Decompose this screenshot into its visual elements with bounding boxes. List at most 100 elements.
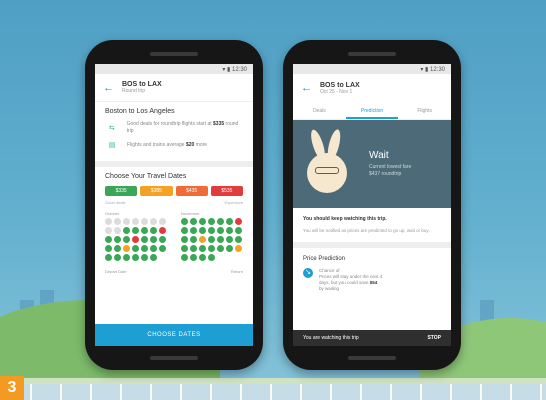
calendar-day[interactable] xyxy=(132,218,139,225)
calendar-day[interactable] xyxy=(141,236,148,243)
calendar-day[interactable] xyxy=(208,227,215,234)
calendar-day[interactable] xyxy=(235,245,242,252)
calendar-day[interactable] xyxy=(217,236,224,243)
trend-icon: ↘ xyxy=(303,268,313,278)
calendar-day[interactable] xyxy=(141,254,148,261)
calendar-day[interactable] xyxy=(159,227,166,234)
calendar-day[interactable] xyxy=(217,218,224,225)
price-chip[interactable]: $385 xyxy=(140,186,173,196)
calendar-day[interactable] xyxy=(114,218,121,225)
calendar-day[interactable] xyxy=(105,218,112,225)
calendar-day[interactable] xyxy=(150,245,157,252)
calendar-day[interactable] xyxy=(226,245,233,252)
route-row: ⇆ Good deals for roundtrip flights start… xyxy=(105,121,243,135)
route-subtitle: Round trip xyxy=(122,88,146,94)
calendar-day[interactable] xyxy=(181,236,188,243)
calendar-day[interactable] xyxy=(235,218,242,225)
calendar-day[interactable] xyxy=(181,218,188,225)
depart-label: Depart Date xyxy=(105,269,127,274)
calendar-day[interactable] xyxy=(132,254,139,261)
calendar-day[interactable] xyxy=(132,236,139,243)
calendar-day[interactable] xyxy=(226,227,233,234)
calendar-day[interactable] xyxy=(123,254,130,261)
calendar-day[interactable] xyxy=(141,245,148,252)
price-chip[interactable]: $435 xyxy=(175,186,208,196)
calendar-day[interactable] xyxy=(150,254,157,261)
calendar-day[interactable] xyxy=(132,227,139,234)
route-title: BOS to LAX xyxy=(122,81,162,88)
calendar-day[interactable] xyxy=(199,254,206,261)
calendar-day[interactable] xyxy=(226,236,233,243)
price-chip[interactable]: $535 xyxy=(210,186,243,196)
calendar-day[interactable] xyxy=(217,245,224,252)
route-row-text: Flights and trains average $20 more xyxy=(127,141,208,148)
tab-prediction[interactable]: Prediction xyxy=(345,102,399,119)
calendar-day[interactable] xyxy=(105,254,112,261)
calendar-day[interactable] xyxy=(235,227,242,234)
dates-title: Choose Your Travel Dates xyxy=(105,173,187,180)
calendar-day[interactable] xyxy=(190,227,197,234)
stop-watching-button[interactable]: STOP xyxy=(427,335,441,341)
calendar-day[interactable] xyxy=(105,236,112,243)
calendar-day[interactable] xyxy=(208,245,215,252)
calendar-day[interactable] xyxy=(235,236,242,243)
right-phone-screen: ▾ ▮ 12:30 ← BOS to LAX Oct 25 - Nov 1 De… xyxy=(293,64,451,346)
tab-flights[interactable]: Flights xyxy=(398,102,451,119)
back-arrow-icon[interactable]: ← xyxy=(103,82,114,94)
calendar-day[interactable] xyxy=(226,218,233,225)
chip-legend: Good deals Expensive xyxy=(105,200,243,205)
legend-right: Expensive xyxy=(224,200,243,205)
calendar-day[interactable] xyxy=(199,227,206,234)
calendar-day[interactable] xyxy=(159,245,166,252)
calendar-day[interactable] xyxy=(199,245,206,252)
calendar-day[interactable] xyxy=(114,227,121,234)
calendar-day[interactable] xyxy=(150,218,157,225)
route-card: Boston to Los Angeles ⇆ Good deals for r… xyxy=(95,102,253,167)
calendar-grid xyxy=(105,218,167,261)
calendar-day[interactable] xyxy=(190,254,197,261)
phone-speaker xyxy=(348,52,396,56)
calendar-day[interactable] xyxy=(123,218,130,225)
calendar-day[interactable] xyxy=(141,227,148,234)
calendar-day[interactable] xyxy=(199,218,206,225)
calendar-day[interactable] xyxy=(132,245,139,252)
calendar-day[interactable] xyxy=(123,245,130,252)
calendar-day[interactable] xyxy=(181,245,188,252)
calendar-day[interactable] xyxy=(105,245,112,252)
calendar-day[interactable] xyxy=(190,236,197,243)
calendar-day[interactable] xyxy=(105,227,112,234)
legend-left: Good deals xyxy=(105,200,126,205)
tab-deals[interactable]: Deals xyxy=(293,102,346,119)
calendar-day[interactable] xyxy=(190,218,197,225)
back-arrow-icon[interactable]: ← xyxy=(301,82,312,94)
calendar-day[interactable] xyxy=(208,236,215,243)
hero-text: Wait Current lowest fare $437 roundtrip xyxy=(369,150,411,178)
calendar-day[interactable] xyxy=(181,254,188,261)
price-chip[interactable]: $335 xyxy=(105,186,138,196)
advice-card: You should keep watching this trip. You … xyxy=(293,208,451,248)
calendar-day[interactable] xyxy=(159,236,166,243)
calendar-day[interactable] xyxy=(208,218,215,225)
left-phone: ▾ ▮ 12:30 ← BOS to LAX Round trip Boston… xyxy=(85,40,263,370)
dates-card: Choose Your Travel Dates $335 $385 $435 … xyxy=(95,167,253,280)
calendar-day[interactable] xyxy=(114,254,121,261)
choose-dates-button[interactable]: CHOOSE DATES xyxy=(95,324,253,346)
calendar-day[interactable] xyxy=(181,227,188,234)
calendar-day[interactable] xyxy=(150,236,157,243)
calendar-day[interactable] xyxy=(217,227,224,234)
calendar-day[interactable] xyxy=(199,236,206,243)
calendar-month: October xyxy=(105,211,167,261)
calendar-day[interactable] xyxy=(159,218,166,225)
calendar-day[interactable] xyxy=(208,254,215,261)
route-subtitle: Oct 25 - Nov 1 xyxy=(320,88,353,95)
watching-text: You are watching this trip xyxy=(303,335,359,341)
calendar-day[interactable] xyxy=(150,227,157,234)
calendar-day[interactable] xyxy=(123,236,130,243)
calendar-day[interactable] xyxy=(114,245,121,252)
calendar-day[interactable] xyxy=(141,218,148,225)
calendar-day[interactable] xyxy=(123,227,130,234)
app-bar: ← BOS to LAX Round trip xyxy=(95,74,253,102)
calendar-day[interactable] xyxy=(114,236,121,243)
calendar-day[interactable] xyxy=(190,245,197,252)
advice-title: You should keep watching this trip. xyxy=(303,216,387,222)
